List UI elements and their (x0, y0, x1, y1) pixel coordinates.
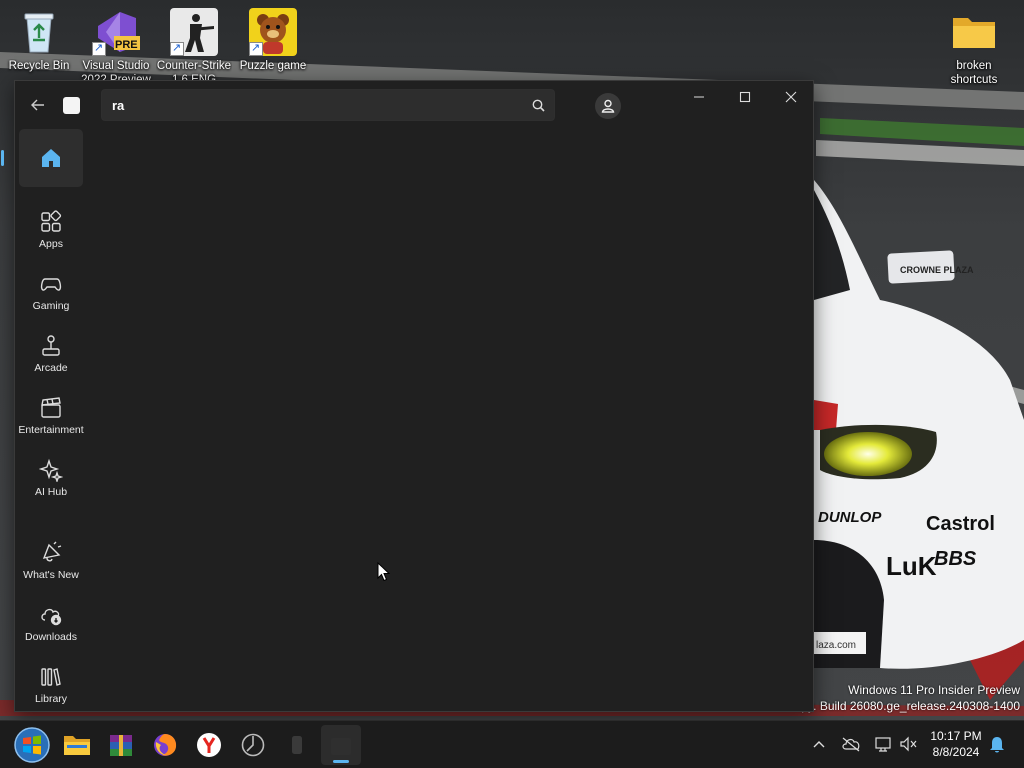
show-hidden-icons-button[interactable] (808, 733, 830, 755)
desktop-icon-label: broken shortcuts (950, 60, 998, 86)
network-icon (875, 737, 891, 752)
nav-item-arcade[interactable]: Arcade (19, 325, 83, 383)
nav-label: AI Hub (34, 486, 68, 498)
taskbar-file-explorer[interactable] (57, 725, 97, 765)
svg-text:Castrol: Castrol (926, 513, 995, 535)
nav-item-entertainment[interactable]: Entertainment (18, 387, 84, 445)
svg-text:laza.com: laza.com (816, 640, 856, 651)
desktop-icon-puzzle-game[interactable]: Puzzle game (235, 8, 311, 87)
chevron-up-icon (813, 741, 825, 748)
visual-studio-icon: PRE (92, 8, 140, 56)
firefox-icon (154, 734, 177, 756)
taskbar: 10:17 PM 8/8/2024 (0, 720, 1024, 768)
account-button[interactable] (595, 93, 621, 119)
active-indicator (1, 150, 4, 166)
svg-text:CROWNE PLAZA: CROWNE PLAZA (900, 265, 974, 275)
nav-item-library[interactable]: Library (19, 656, 83, 714)
nav-item-apps[interactable]: Apps (19, 201, 83, 259)
sparkle-icon (39, 458, 63, 482)
search-button[interactable] (530, 97, 546, 113)
nav-item-gaming[interactable]: Gaming (19, 263, 83, 321)
microsoft-store-window: Apps Gaming Arcade Entertainment AI Hub … (1, 80, 814, 714)
library-icon (41, 668, 61, 686)
shortcut-arrow-icon (170, 41, 184, 56)
start-button[interactable] (12, 725, 52, 765)
svg-text:BBS: BBS (934, 548, 977, 570)
minimize-button[interactable] (679, 85, 719, 109)
shortcut-arrow-icon (249, 41, 263, 56)
navigation-rail: Apps Gaming Arcade Entertainment AI Hub … (1, 129, 87, 714)
taskbar-yandex-browser[interactable] (189, 725, 229, 765)
nav-label: Arcade (34, 362, 68, 374)
svg-text:DUNLOP: DUNLOP (818, 509, 882, 526)
maximize-icon (739, 91, 751, 103)
cloud-off-icon (842, 737, 860, 752)
shortcut-arrow-icon (92, 41, 106, 56)
clock-date: 8/8/2024 (932, 745, 980, 759)
cloud-download-icon (41, 608, 62, 626)
notifications-button[interactable] (986, 733, 1008, 755)
nav-label: Gaming (32, 300, 70, 312)
recycle-bin-icon (15, 8, 63, 56)
content-area (87, 129, 813, 711)
taskbar-app-phone[interactable] (277, 725, 317, 765)
taskbar-winrar[interactable] (101, 725, 141, 765)
joystick-icon (42, 335, 60, 356)
puzzle-game-icon (249, 8, 297, 56)
desktop-icon-recycle-bin[interactable]: Recycle Bin (1, 8, 77, 87)
nav-item-ai-hub[interactable]: AI Hub (19, 449, 83, 507)
close-button[interactable] (771, 85, 811, 109)
apps-icon (41, 210, 62, 232)
nav-label: Apps (39, 238, 63, 250)
windows-start-icon (14, 727, 50, 763)
megaphone-icon (42, 541, 62, 562)
volume-tray-button[interactable] (897, 733, 919, 755)
bell-icon (990, 737, 1004, 753)
svg-text:LuK: LuK (886, 551, 937, 581)
phone-app-icon (292, 736, 302, 754)
nav-label: Entertainment (18, 424, 84, 436)
clock-time: 10:17 PM (930, 729, 982, 743)
gamepad-icon (40, 278, 62, 291)
circle-app-icon (241, 733, 265, 757)
minimize-icon (694, 96, 704, 98)
nav-item-whats-new[interactable]: What's New (19, 532, 83, 590)
mouse-cursor-icon (377, 562, 390, 582)
title-bar[interactable] (15, 81, 813, 129)
network-tray-button[interactable] (872, 733, 894, 755)
preview-badge: PRE (115, 39, 138, 51)
search-box[interactable] (101, 89, 555, 121)
clock[interactable]: 10:17 PM 8/8/2024 (926, 728, 986, 760)
clapperboard-icon (41, 397, 61, 418)
winrar-icon (110, 735, 132, 756)
nav-item-home[interactable] (19, 129, 83, 187)
taskbar-microsoft-store[interactable] (321, 725, 361, 765)
microsoft-store-icon (331, 738, 351, 755)
desktop-icon-visual-studio[interactable]: PRE Visual Studio 2022 Preview (78, 8, 154, 87)
desktop-icon-counter-strike[interactable]: Counter-Strike 1.6 ENG (156, 8, 232, 87)
nav-label: Library (34, 693, 68, 705)
counter-strike-icon (170, 8, 218, 56)
onedrive-tray-button[interactable] (840, 733, 862, 755)
nav-label: Downloads (25, 631, 77, 643)
nav-item-downloads[interactable]: Downloads (19, 594, 83, 652)
nav-label: What's New (23, 569, 79, 581)
maximize-button[interactable] (725, 85, 765, 109)
back-button[interactable] (27, 95, 49, 115)
taskbar-app-circle[interactable] (233, 725, 273, 765)
volume-muted-icon (900, 736, 917, 752)
search-input[interactable] (112, 90, 512, 120)
microsoft-store-logo-icon (63, 97, 80, 114)
file-explorer-icon (64, 736, 90, 755)
taskbar-firefox[interactable] (145, 725, 185, 765)
folder-icon (950, 8, 998, 56)
home-icon (42, 149, 60, 167)
back-arrow-icon (31, 99, 44, 111)
user-icon (601, 99, 615, 113)
search-icon (532, 99, 545, 112)
close-icon (785, 91, 797, 103)
desktop-icon-broken-shortcuts[interactable]: broken shortcuts (936, 8, 1012, 87)
yandex-browser-icon (197, 733, 221, 757)
